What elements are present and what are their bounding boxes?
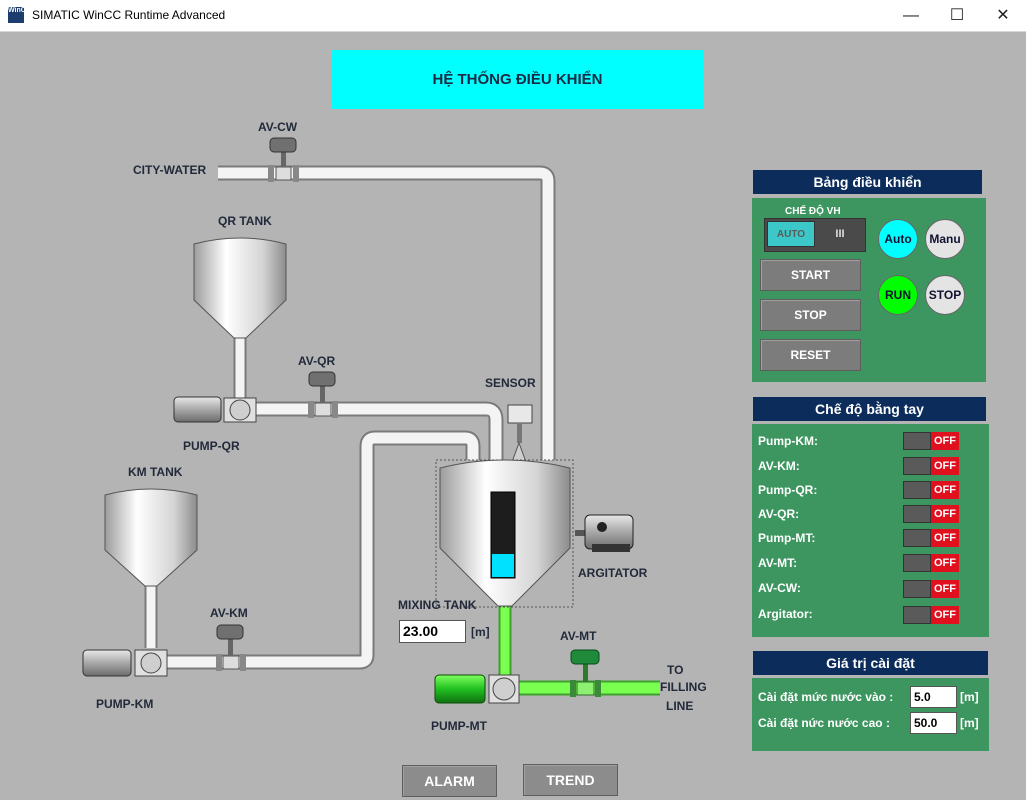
toggle-state: OFF bbox=[931, 529, 959, 547]
toggle-state: OFF bbox=[931, 554, 959, 572]
alarm-button[interactable]: ALARM bbox=[402, 765, 497, 797]
qr-tank-label: QR TANK bbox=[218, 214, 272, 228]
mode-label: CHẾ ĐỘ VH bbox=[785, 206, 841, 217]
sensor-label: SENSOR bbox=[485, 376, 536, 390]
argitator-toggle[interactable]: OFF bbox=[903, 606, 959, 624]
av-qr-toggle[interactable]: OFF bbox=[903, 505, 959, 523]
toggle-knob bbox=[903, 606, 931, 624]
setpoints-title: Giá trị cài đặt bbox=[753, 651, 988, 675]
manual-panel-title: Chế độ bằng tay bbox=[753, 397, 986, 421]
manual-row-label: Pump-KM: bbox=[758, 434, 818, 448]
qr-tank bbox=[193, 237, 287, 339]
stop-indicator: STOP bbox=[925, 275, 965, 315]
toggle-state: OFF bbox=[931, 505, 959, 523]
av-cw-toggle[interactable]: OFF bbox=[903, 580, 959, 598]
pump-mt-label: PUMP-MT bbox=[431, 719, 487, 733]
mixing-tank-level-unit: [m] bbox=[471, 625, 490, 639]
stop-button[interactable]: STOP bbox=[760, 299, 861, 331]
toggle-state: OFF bbox=[931, 580, 959, 598]
to-filling-line-label-2: FILLING bbox=[660, 680, 707, 694]
av-km-valve[interactable] bbox=[216, 624, 246, 671]
toggle-knob bbox=[903, 529, 931, 547]
av-km-toggle[interactable]: OFF bbox=[903, 457, 959, 475]
manual-row-label: Pump-MT: bbox=[758, 531, 816, 545]
km-tank-label: KM TANK bbox=[128, 465, 183, 479]
auto-indicator: Auto bbox=[878, 219, 918, 259]
trend-button[interactable]: TREND bbox=[523, 764, 618, 796]
manual-row-label: AV-CW: bbox=[758, 581, 801, 595]
av-qr-valve[interactable] bbox=[308, 371, 338, 418]
mixing-tank bbox=[435, 459, 574, 608]
mixing-tank-level-value: 23.00 bbox=[399, 620, 466, 643]
toggle-state: OFF bbox=[931, 432, 959, 450]
mode-switch-auto: AUTO bbox=[767, 221, 815, 247]
inlet-level-unit: [m] bbox=[960, 690, 979, 704]
pump-mt[interactable] bbox=[434, 674, 520, 704]
av-cw-label: AV-CW bbox=[258, 120, 298, 134]
reset-button[interactable]: RESET bbox=[760, 339, 861, 371]
av-qr-label: AV-QR bbox=[298, 354, 336, 368]
pump-km-label: PUMP-KM bbox=[96, 697, 154, 711]
toggle-knob bbox=[903, 580, 931, 598]
pump-km-toggle[interactable]: OFF bbox=[903, 432, 959, 450]
argitator-motor[interactable] bbox=[575, 514, 634, 552]
manual-row-label: AV-KM: bbox=[758, 459, 800, 473]
city-water-label: CITY-WATER bbox=[133, 163, 207, 177]
manual-row-label: AV-MT: bbox=[758, 556, 798, 570]
manual-row-label: AV-QR: bbox=[758, 507, 800, 521]
manu-indicator: Manu bbox=[925, 219, 965, 259]
toggle-knob bbox=[903, 481, 931, 499]
outlet-pipe bbox=[498, 605, 660, 696]
toggle-state: OFF bbox=[931, 457, 959, 475]
page-title: HỆ THỐNG ĐIỀU KHIỂN bbox=[331, 50, 704, 109]
mixing-tank-label: MIXING TANK bbox=[398, 598, 477, 612]
pump-qr-toggle[interactable]: OFF bbox=[903, 481, 959, 499]
toggle-knob bbox=[903, 432, 931, 450]
pump-km[interactable] bbox=[82, 649, 168, 677]
to-filling-line-label-1: TO bbox=[667, 663, 684, 677]
av-mt-label: AV-MT bbox=[560, 629, 597, 643]
av-cw-valve[interactable] bbox=[268, 137, 299, 182]
toggle-knob bbox=[903, 505, 931, 523]
to-filling-line-label-3: LINE bbox=[666, 699, 694, 713]
argitator-label: ARGITATOR bbox=[578, 566, 648, 580]
control-panel-title: Bảng điều khiển bbox=[753, 170, 982, 194]
manual-row-label: Argitator: bbox=[758, 607, 813, 621]
inlet-level-label: Cài đặt mức nước vào : bbox=[758, 690, 894, 704]
av-mt-toggle[interactable]: OFF bbox=[903, 554, 959, 572]
start-button[interactable]: START bbox=[760, 259, 861, 291]
pump-mt-toggle[interactable]: OFF bbox=[903, 529, 959, 547]
high-level-label: Cài đặt nức nước cao : bbox=[758, 716, 890, 730]
toggle-knob bbox=[903, 457, 931, 475]
mode-switch-grip: III bbox=[817, 221, 863, 247]
manual-row-label: Pump-QR: bbox=[758, 483, 818, 497]
km-tank bbox=[104, 488, 198, 587]
pump-qr-label: PUMP-QR bbox=[183, 439, 240, 453]
pump-qr[interactable] bbox=[173, 396, 257, 423]
toggle-state: OFF bbox=[931, 606, 959, 624]
high-level-input[interactable]: 50.0 bbox=[910, 712, 957, 734]
level-bar-fill bbox=[492, 554, 514, 577]
level-sensor bbox=[507, 404, 533, 463]
run-indicator: RUN bbox=[878, 275, 918, 315]
mode-switch[interactable]: AUTO III bbox=[764, 218, 866, 252]
av-mt-valve[interactable] bbox=[570, 649, 601, 697]
high-level-unit: [m] bbox=[960, 716, 979, 730]
av-km-label: AV-KM bbox=[210, 606, 248, 620]
toggle-state: OFF bbox=[931, 481, 959, 499]
toggle-knob bbox=[903, 554, 931, 572]
inlet-level-input[interactable]: 5.0 bbox=[910, 686, 957, 708]
